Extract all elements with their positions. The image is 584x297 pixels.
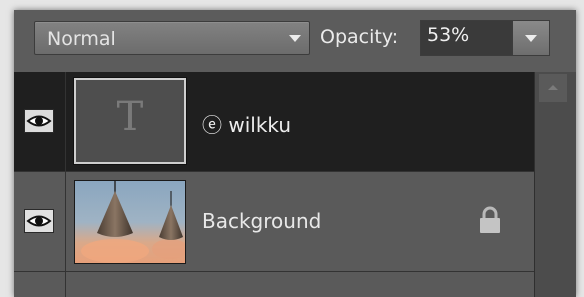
chevron-down-icon bbox=[525, 35, 537, 42]
opacity-control: 53% bbox=[420, 20, 550, 56]
visibility-cell bbox=[14, 272, 66, 297]
visibility-cell bbox=[14, 72, 66, 171]
layer-thumbnail[interactable]: T bbox=[74, 78, 186, 164]
background-photo-thumbnail bbox=[75, 181, 188, 263]
opacity-label: Opacity: bbox=[320, 26, 399, 48]
opacity-dropdown-button[interactable] bbox=[512, 21, 549, 55]
layer-thumbnail[interactable] bbox=[74, 180, 188, 264]
layer-row-background[interactable]: Background bbox=[14, 172, 534, 272]
layers-panel: Normal Opacity: 53% T ⓔ wilkku Backgroun… bbox=[14, 10, 576, 297]
arrow-up-icon bbox=[548, 85, 558, 90]
blend-mode-dropdown[interactable]: Normal bbox=[34, 21, 310, 55]
layers-list: T ⓔ wilkku Background bbox=[14, 72, 534, 297]
layers-toolbar: Normal Opacity: 53% bbox=[14, 10, 576, 73]
scroll-up-button[interactable] bbox=[539, 74, 567, 102]
text-layer-icon: T bbox=[116, 94, 144, 140]
layer-name[interactable]: ⓔ wilkku bbox=[202, 109, 291, 138]
eye-icon bbox=[26, 215, 52, 227]
blend-mode-value: Normal bbox=[47, 28, 116, 50]
visibility-toggle[interactable] bbox=[24, 209, 54, 233]
chevron-down-icon bbox=[289, 35, 301, 42]
layer-name[interactable]: Background bbox=[202, 209, 321, 233]
eye-icon bbox=[26, 115, 52, 127]
layers-scrollbar[interactable] bbox=[534, 72, 576, 297]
visibility-cell bbox=[14, 172, 66, 271]
opacity-input[interactable]: 53% bbox=[421, 21, 511, 55]
visibility-toggle[interactable] bbox=[24, 109, 54, 133]
empty-layer-area bbox=[14, 272, 534, 297]
lock-icon[interactable] bbox=[477, 205, 503, 235]
layer-row-text[interactable]: T ⓔ wilkku bbox=[14, 72, 534, 172]
